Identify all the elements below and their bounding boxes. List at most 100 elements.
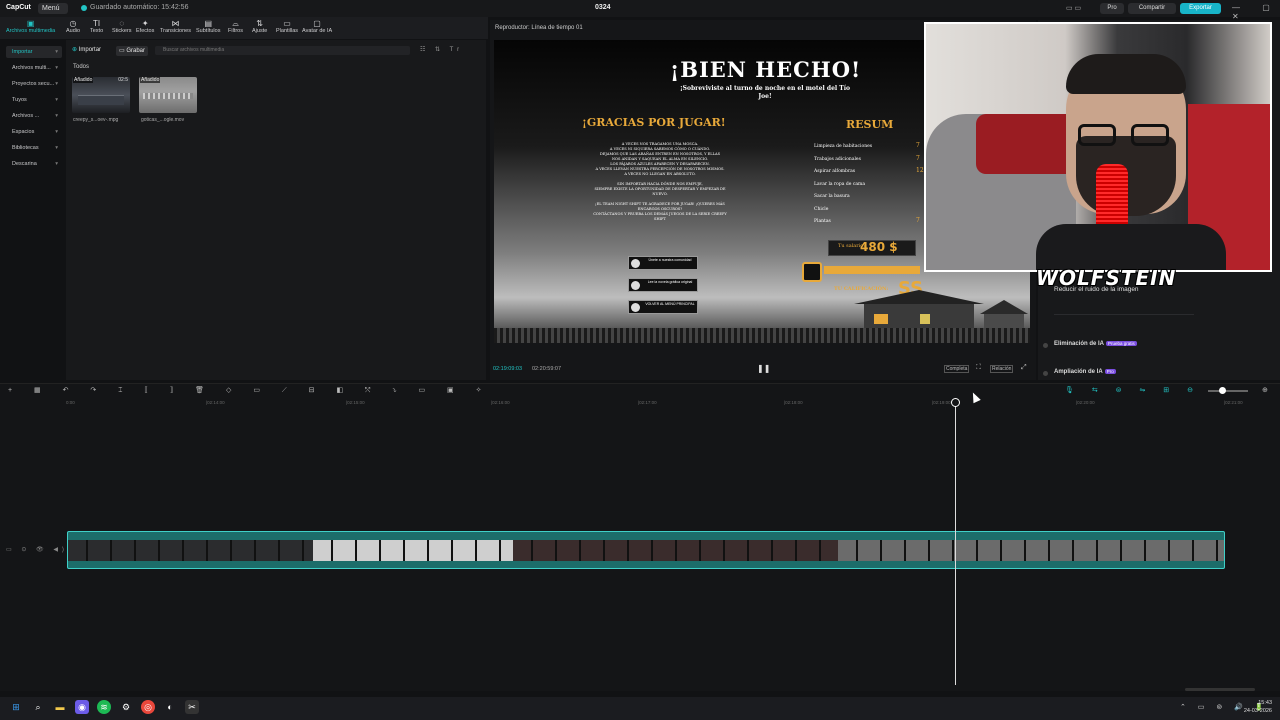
search-icon[interactable]: ⌕ <box>31 700 45 714</box>
tab-label: Transiciones <box>160 28 191 34</box>
ai-upscale-row[interactable]: Ampliación de IA Pro <box>1054 369 1116 375</box>
video-clip[interactable] <box>67 531 1225 569</box>
sidebar-item-label: Bibliotecas <box>12 145 39 151</box>
sidebar-item[interactable]: Archivos ... ▾ <box>6 110 62 122</box>
game-button-icon <box>631 303 640 312</box>
export-button[interactable]: Exportar <box>1180 3 1221 14</box>
sidebar-item[interactable]: Descarina ▾ <box>6 158 62 170</box>
pro-button[interactable]: Pro <box>1100 3 1124 14</box>
zoom-slider-handle[interactable] <box>1218 387 1226 394</box>
fullscreen-icon[interactable]: ⤢ <box>1021 364 1027 372</box>
tab-transitions[interactable]: ⋈ Transiciones <box>160 19 191 34</box>
screenshot-icon[interactable]: ⛶ <box>976 364 981 372</box>
tab-label: Subtítulos <box>196 28 221 34</box>
clip-frame-segment <box>513 540 838 561</box>
tab-ai-avatar[interactable]: ▢ Avatar de IA <box>302 19 332 34</box>
chevron-down-icon: ▾ <box>55 49 58 55</box>
effects-icon: ✦ <box>141 19 149 28</box>
window-controls[interactable]: — ▢ ✕ <box>1232 3 1280 21</box>
tab-label: Archivos multimedia <box>6 28 56 34</box>
chevron-down-icon: ▾ <box>55 145 58 151</box>
tab-templates[interactable]: ▭ Plantillas <box>276 19 298 34</box>
record-tab[interactable]: ▭ Grabar <box>116 46 149 56</box>
chrome-icon[interactable]: ◎ <box>141 700 155 714</box>
timeline-scrollbar[interactable] <box>1185 688 1255 691</box>
spotify-icon[interactable]: ≋ <box>97 700 111 714</box>
aspect-ratio-button[interactable]: Relación <box>990 365 1014 373</box>
share-button[interactable]: Compartir <box>1128 3 1176 14</box>
game-summary-title: RESUM <box>846 118 894 131</box>
media-sidebar: Importar ▾ Archivos multi... ▾ Proyectos sec… <box>6 44 62 174</box>
track-header-controls[interactable]: ▭ ⊙ 👁 ◀) <box>6 546 68 553</box>
timeline-right-tools[interactable]: 🎙 ⇆ ⊜ ⇋ ⊞ ⊖ <box>1065 386 1201 394</box>
tab-media[interactable]: ▣ Archivos multimedia <box>6 19 55 34</box>
chevron-down-icon: ▾ <box>55 113 58 119</box>
obs-icon[interactable]: ◐ <box>163 700 177 714</box>
full-quality-button[interactable]: Completa <box>944 365 970 373</box>
sidebar-item[interactable]: Tuyos ▾ <box>6 94 62 106</box>
zoom-in-icon[interactable]: ⊕ <box>1262 386 1268 394</box>
subtitles-icon: ▤ <box>204 19 213 28</box>
tab-label: Texto <box>90 28 104 34</box>
capcut-icon[interactable]: ✂ <box>185 700 199 714</box>
tab-sticker[interactable]: ◌ Stickers <box>112 19 132 34</box>
tab-adjust[interactable]: ⇅ Ajuste <box>252 19 267 34</box>
media-search-input[interactable]: Buscar archivos multimedia <box>155 46 410 55</box>
game-thanks: ¡GRACIAS POR JUGAR! <box>582 116 726 129</box>
all-filter-label[interactable]: Todos <box>73 64 89 70</box>
tab-label: Plantillas <box>276 28 299 34</box>
project-title: 0324 <box>595 4 611 11</box>
ai-remove-toggle[interactable] <box>1043 343 1048 348</box>
total-timecode: 02:20:59:07 <box>532 366 562 372</box>
tab-effects[interactable]: ✦ Efectos <box>136 19 154 34</box>
sidebar-item[interactable]: Proyectos secu... ▾ <box>6 78 62 90</box>
ai-remove-row[interactable]: Eliminación de IA Prueba gratis <box>1054 341 1137 347</box>
sidebar-item[interactable]: Archivos multi... ▾ <box>6 62 62 74</box>
tab-label: Ajuste <box>252 28 268 34</box>
playhead-handle[interactable] <box>951 398 960 407</box>
tab-subtitles[interactable]: ▤ Subtítulos <box>196 19 220 34</box>
sidebar-item[interactable]: Importar ▾ <box>6 46 62 58</box>
stat-label: Limpieza de habitaciones <box>814 144 873 149</box>
media-view-tools[interactable]: ☷ ⇅ Tr <box>420 46 463 53</box>
timeline-ruler[interactable]: 0:00 |02:14:00 |02:15:00 |02:16:00 |02:17:00… <box>66 398 1280 410</box>
timeline-toolbar[interactable]: + ▦ ↶ ↷ ⌶ ⟦ ⟧ 🗑 ◇ ▭ ⟋ ⊟ ◧ ⤲ ⤵ ▭ ▣ ✧ <box>8 386 491 395</box>
media-thumbnail-2[interactable]: Añadido <box>139 77 197 113</box>
stat-label: Aspirar alfombras <box>814 169 856 174</box>
sidebar-item[interactable]: Bibliotecas ▾ <box>6 142 62 154</box>
autosave-status-icon <box>81 5 87 11</box>
divider <box>1054 314 1194 315</box>
chevron-down-icon: ▾ <box>55 97 58 103</box>
media-file-name-1: creepy_s...oev-.mpg <box>73 117 119 123</box>
ruler-tick-label: |02:21:00 <box>1224 400 1243 405</box>
stat-value: 12 <box>916 167 924 174</box>
stat-value: 7 <box>916 142 920 149</box>
ai-remove-label: Eliminación de IA <box>1054 341 1105 347</box>
menu-button[interactable]: Menú <box>38 3 68 14</box>
playhead[interactable] <box>955 405 956 685</box>
stat-label: Trabajos adicionales <box>814 156 861 162</box>
chevron-down-icon: ▾ <box>55 81 58 87</box>
tab-label: Filtros <box>228 28 243 34</box>
media-thumbnail-1[interactable]: Añadido 02:5 <box>72 77 130 113</box>
pause-button[interactable]: ❚❚ <box>757 364 770 373</box>
layout-icon[interactable]: ▭ ▭ <box>1066 4 1081 12</box>
clock-date: 24-03-2026 <box>1243 708 1272 714</box>
sidebar-item-label: Espacios <box>12 129 35 135</box>
webcam-overlay <box>924 22 1272 272</box>
pro-badge: Pro <box>1104 369 1116 374</box>
player-title: Reproductor: Línea de tiempo 01 <box>495 25 583 31</box>
discord-icon[interactable]: ◉ <box>75 700 89 714</box>
tab-text[interactable]: TI Texto <box>90 19 103 34</box>
sidebar-item[interactable]: Espacios ▾ <box>6 126 62 138</box>
tab-audio[interactable]: ◷ Audio <box>66 19 80 34</box>
import-tab[interactable]: ⊕ Importar <box>72 46 101 53</box>
windows-start-icon[interactable]: ⊞ <box>9 700 23 714</box>
ai-upscale-toggle[interactable] <box>1043 371 1048 376</box>
tab-filters[interactable]: ⌓ Filtros <box>228 19 243 34</box>
media-file-name-2: goticas_...ogle.mov <box>141 117 185 123</box>
added-badge: Añadido <box>140 77 161 83</box>
file-explorer-icon[interactable]: ▬ <box>53 700 67 714</box>
app-icon[interactable]: ⚙ <box>119 700 133 714</box>
zoom-slider[interactable] <box>1208 390 1248 392</box>
